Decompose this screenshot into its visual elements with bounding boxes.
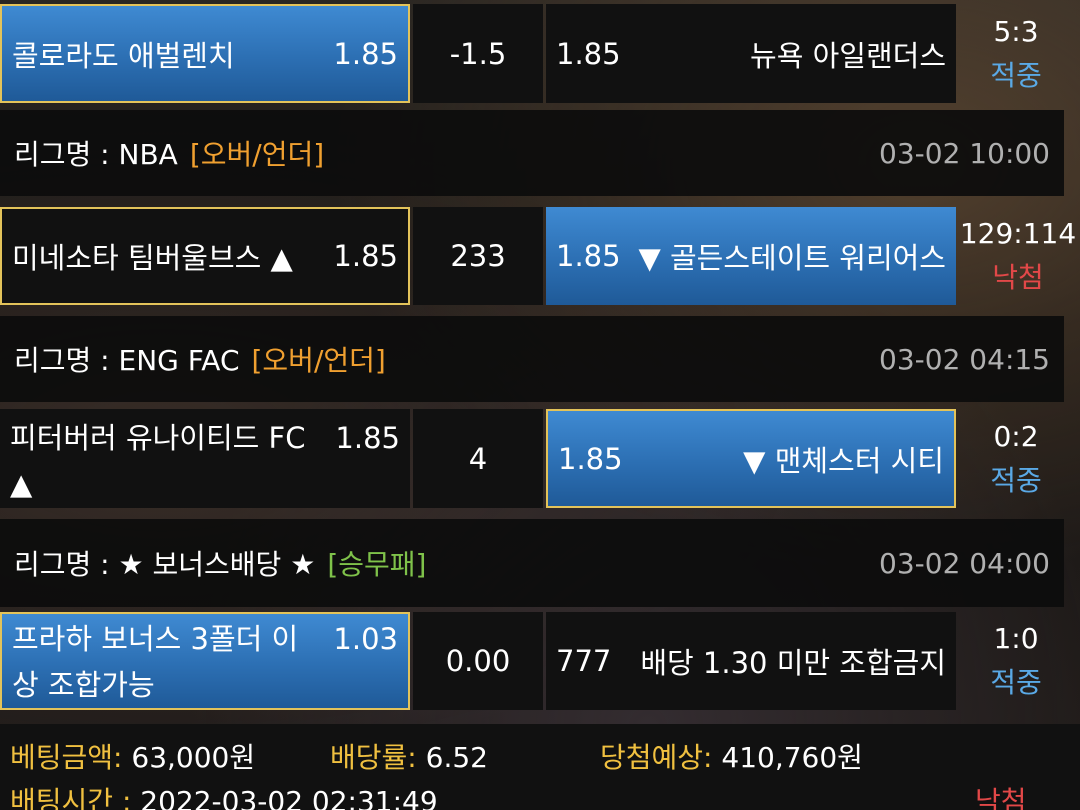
score: 1:0 xyxy=(993,622,1039,655)
away-team-name: 배당 1.30 미만 조합금지 xyxy=(640,646,946,680)
away-odds: 1.85 xyxy=(556,36,621,71)
away-team-cell[interactable]: 1.85 ▼ 맨체스터 시티 xyxy=(546,409,956,508)
bet-summary: 베팅금액: 63,000원 배당률: 6.52 당첨예상: 410,760원 배… xyxy=(0,724,1080,810)
status-win: 적중 xyxy=(990,58,1042,92)
bet-type: [오버/언더] xyxy=(251,344,386,377)
home-team-name: 피터버러 유나이티드 FC ▲ xyxy=(10,421,306,501)
handicap-value: -1.5 xyxy=(449,36,507,71)
home-team-cell[interactable]: 피터버러 유나이티드 FC ▲ 1.85 xyxy=(0,409,410,508)
bet-amount-value: 63,000원 xyxy=(131,741,256,774)
home-team-name: 콜로라도 애벌렌치 xyxy=(12,38,235,73)
home-team-name: 미네소타 팀버울브스 ▲ xyxy=(12,241,293,275)
match-result: 0:2 적중 xyxy=(958,409,1074,508)
match-time: 03-02 04:15 xyxy=(879,342,1050,376)
away-team-cell[interactable]: 1.85 뉴욕 아일랜더스 xyxy=(546,4,956,103)
home-team-cell[interactable]: 미네소타 팀버울브스 ▲ 1.85 xyxy=(0,207,410,305)
home-odds: 1.85 xyxy=(335,421,400,455)
home-odds: 1.03 xyxy=(333,622,398,656)
match-result: 5:3 적중 xyxy=(958,4,1074,103)
league-name: 리그명 : ★ 보너스배당 ★ xyxy=(14,548,316,581)
handicap-cell: 233 xyxy=(413,207,543,305)
match-time: 03-02 04:00 xyxy=(879,546,1050,580)
match-time: 03-02 10:00 xyxy=(879,136,1050,170)
status-win: 적중 xyxy=(990,463,1042,497)
odds-rate-label: 배당률: xyxy=(330,741,417,774)
home-team-name: 프라하 보너스 3폴더 이상 조합가능 xyxy=(12,622,299,702)
status-win: 적중 xyxy=(990,666,1042,699)
league-header: 리그명 : ENG FAC [오버/언더] 03-02 04:15 xyxy=(0,316,1064,402)
away-team-name: 뉴욕 아일랜더스 xyxy=(750,38,946,73)
match-result: 129:114 낙첨 xyxy=(958,207,1078,305)
bet-amount-label: 베팅금액: xyxy=(10,741,123,774)
league-name: 리그명 : NBA xyxy=(14,138,178,171)
league-header: 리그명 : NBA [오버/언더] 03-02 10:00 xyxy=(0,110,1064,196)
bet-type: [오버/언더] xyxy=(189,138,325,171)
handicap-cell: -1.5 xyxy=(413,4,543,103)
expected-win-label: 당첨예상: xyxy=(600,741,713,774)
league-name: 리그명 : ENG FAC xyxy=(14,344,240,377)
odds-rate: 배당률: 6.52 xyxy=(330,736,488,776)
away-team-cell[interactable]: 1.85 ▼ 골든스테이트 워리어스 xyxy=(546,207,956,305)
away-odds: 1.85 xyxy=(558,441,623,476)
away-odds: 777 xyxy=(556,644,612,678)
match-result: 1:0 적중 xyxy=(958,612,1074,710)
handicap-value: 0.00 xyxy=(445,644,511,678)
bet-time: 배팅시간 : 2022-03-02 02:31:49 xyxy=(10,780,438,810)
away-team-name: ▼ 골든스테이트 워리어스 xyxy=(638,241,946,275)
score: 0:2 xyxy=(993,419,1039,453)
away-team-cell[interactable]: 777 배당 1.30 미만 조합금지 xyxy=(546,612,956,710)
bet-time-label: 배팅시간 : xyxy=(10,785,132,810)
status-lose: 낙첨 xyxy=(992,261,1044,294)
away-team-name: ▼ 맨체스터 시티 xyxy=(743,443,944,478)
handicap-cell: 4 xyxy=(413,409,543,508)
score: 129:114 xyxy=(959,217,1077,250)
handicap-value: 4 xyxy=(468,441,488,476)
away-odds: 1.85 xyxy=(556,239,621,273)
expected-win-value: 410,760원 xyxy=(721,741,863,774)
home-odds: 1.85 xyxy=(333,36,398,71)
odds-rate-value: 6.52 xyxy=(425,741,488,774)
handicap-cell: 0.00 xyxy=(413,612,543,710)
home-team-cell[interactable]: 콜로라도 애벌렌치 1.85 xyxy=(0,4,410,103)
home-odds: 1.85 xyxy=(333,239,398,273)
bet-time-value: 2022-03-02 02:31:49 xyxy=(140,785,438,810)
bet-amount: 베팅금액: 63,000원 xyxy=(10,736,255,776)
expected-win: 당첨예상: 410,760원 xyxy=(600,736,863,776)
league-header: 리그명 : ★ 보너스배당 ★ [승무패] 03-02 04:00 xyxy=(0,519,1064,607)
home-team-cell[interactable]: 프라하 보너스 3폴더 이상 조합가능 1.03 xyxy=(0,612,410,710)
overall-result: 낙첨 xyxy=(975,785,1027,810)
bet-type: [승무패] xyxy=(327,548,427,581)
score: 5:3 xyxy=(993,14,1039,48)
handicap-value: 233 xyxy=(450,239,506,273)
